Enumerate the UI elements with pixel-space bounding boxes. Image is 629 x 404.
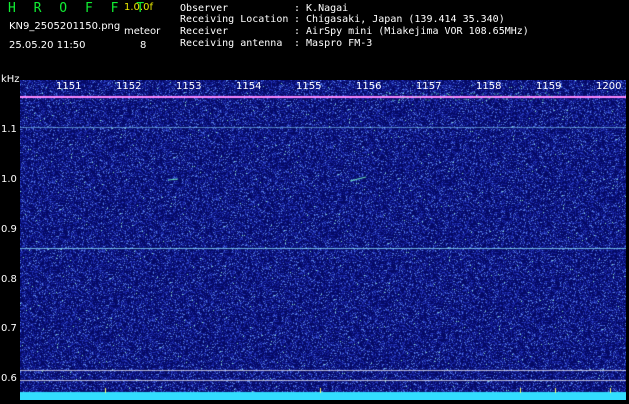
meteor-count: 8: [140, 40, 147, 51]
spectrogram: [20, 80, 626, 400]
receiver-value: : AirSpy mini (Miakejima VOR 108.65MHz): [294, 26, 529, 37]
y-tick-label: 0.7: [1, 323, 17, 334]
receiver-label: Receiver: [180, 26, 229, 37]
x-tick-label: 1159: [536, 81, 562, 92]
x-tick-label: 1200: [596, 81, 622, 92]
location-label: Receiving Location: [180, 14, 289, 25]
observer-label: Observer: [180, 3, 229, 14]
mode-label: meteor: [124, 26, 161, 37]
x-tick-label: 1155: [296, 81, 322, 92]
x-tick-label: 1152: [116, 81, 142, 92]
y-tick-label: 1.0: [1, 174, 17, 185]
app-version: 1.0.0f: [124, 2, 153, 13]
x-tick-label: 1157: [416, 81, 442, 92]
x-tick-label: 1151: [56, 81, 82, 92]
observer-value: : K.Nagai: [294, 3, 349, 14]
y-tick-label: 0.6: [1, 373, 17, 384]
y-tick-label: 0.9: [1, 224, 17, 235]
antenna-value: : Maspro FM-3: [294, 38, 373, 49]
antenna-label: Receiving antenna: [180, 38, 283, 49]
y-tick-label: 1.1: [1, 124, 17, 135]
x-tick-label: 1158: [476, 81, 502, 92]
x-tick-label: 1154: [236, 81, 262, 92]
file-name: KN9_2505201150.png: [9, 21, 121, 32]
location-value: : Chigasaki, Japan (139.414 35.340): [294, 14, 505, 25]
header-panel: H R O F F T 1.0.0f KN9_2505201150.png me…: [0, 0, 629, 80]
x-tick-label: 1156: [356, 81, 382, 92]
spectrogram-canvas: [20, 80, 626, 400]
datetime: 25.05.20 11:50: [9, 40, 86, 51]
x-tick-label: 1153: [176, 81, 202, 92]
y-axis-unit: kHz: [1, 74, 20, 85]
y-tick-label: 0.8: [1, 274, 17, 285]
